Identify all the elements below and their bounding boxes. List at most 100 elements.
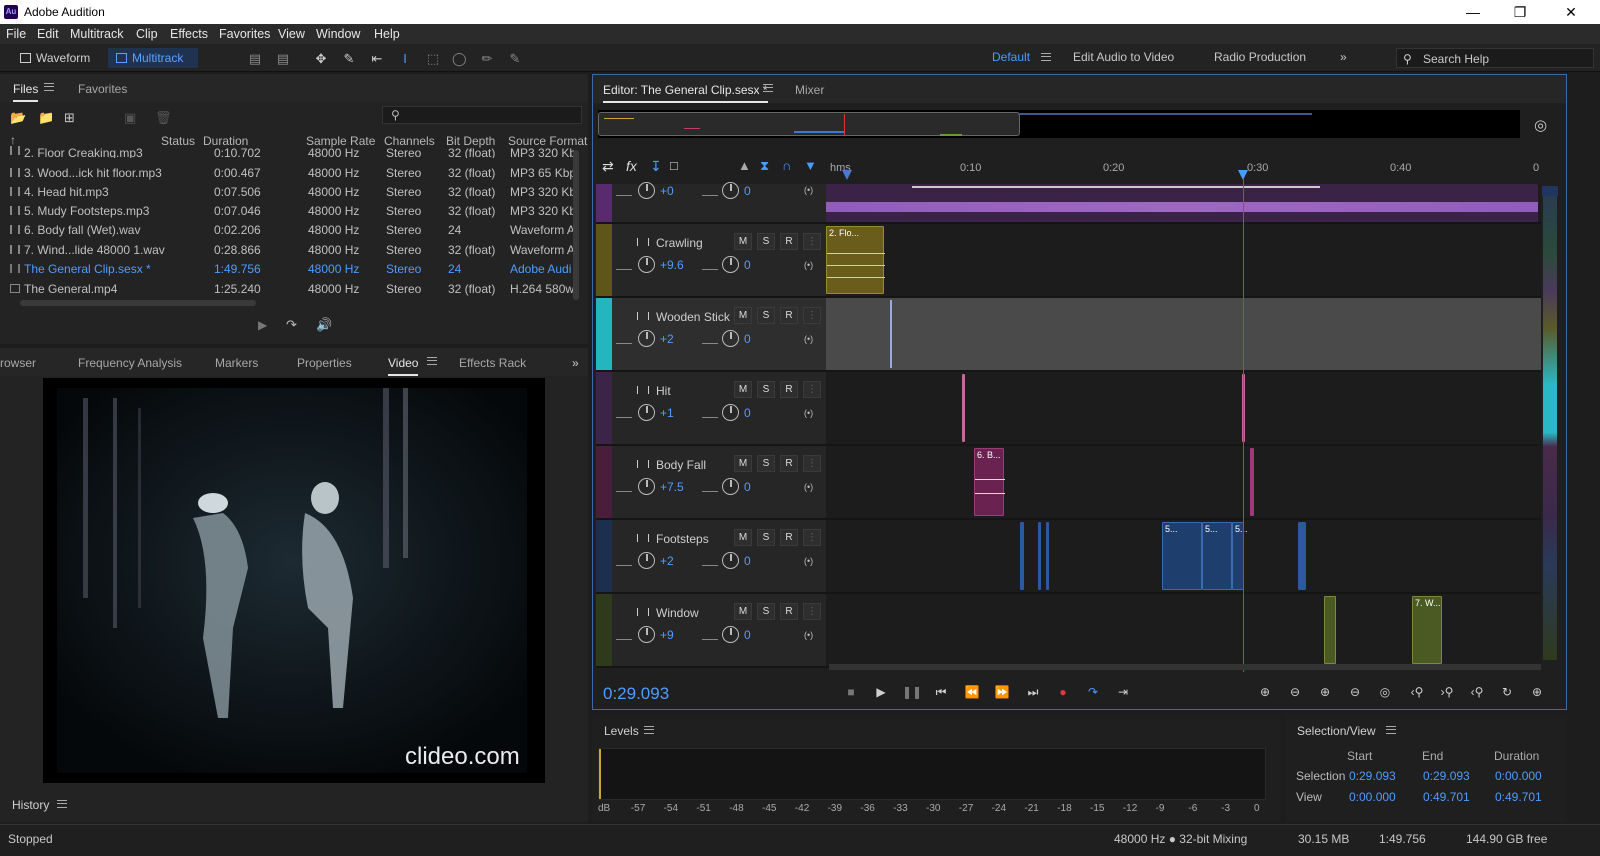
audio-clip[interactable]: 6. B... [974,448,1005,516]
track-clip-area[interactable] [826,184,1541,222]
workspace-default[interactable]: Default [992,50,1030,64]
track-name[interactable]: Window [656,606,699,620]
audio-clip[interactable]: 7. W... [1412,596,1442,664]
volume-value[interactable]: +9 [660,628,674,642]
marquee-tool-icon[interactable]: ⬚ [426,52,440,66]
files-search-input[interactable]: ⚲ [382,106,582,124]
menu-clip[interactable]: Clip [136,27,158,41]
file-row[interactable]: The General.mp4 1:25.240 48000 Hz Stereo 32 … [4,279,584,298]
mute-button[interactable]: M [734,233,752,250]
audio-clip[interactable] [962,374,965,442]
tab-media-browser[interactable]: rowser [0,356,36,370]
volume-value[interactable]: +2 [660,332,674,346]
tab-selection-view[interactable]: Selection/View [1297,724,1376,738]
levels-menu-icon[interactable] [644,726,654,734]
view-duration[interactable]: 0:49.701 [1495,790,1542,804]
menu-file[interactable]: File [6,27,26,41]
audio-clip[interactable] [1038,522,1041,590]
zoom-out-amplitude-icon[interactable]: ⊖ [1286,684,1304,700]
loop-icon[interactable]: ↷ [1084,684,1102,700]
record-arm-button[interactable]: R [780,529,798,546]
track-name[interactable]: Crawling [656,236,703,250]
audio-clip[interactable] [1298,522,1306,590]
record-arm-button[interactable]: R [780,381,798,398]
file-row[interactable]: 3. Wood...ick hit floor.mp3 0:00.467 48000… [4,163,584,182]
mute-button[interactable]: M [734,455,752,472]
search-help-field[interactable]: ⚲ Search Help [1396,48,1594,68]
stop-icon[interactable]: ■ [842,684,860,700]
audio-clip[interactable] [1324,596,1336,664]
video-menu-icon[interactable] [427,357,437,365]
record-icon[interactable]: ● [1054,684,1072,700]
track-scrollbar[interactable] [1543,186,1557,660]
menu-edit[interactable]: Edit [37,27,59,41]
spectral-display-icon[interactable]: ▤ [248,52,262,66]
magnet-icon[interactable]: ∩ [782,158,791,173]
file-row[interactable]: 5. Mudy Footsteps.mp3 0:07.046 48000 Hz Ste… [4,201,584,220]
track-name[interactable]: Wooden Stick [656,310,730,324]
open-file-icon[interactable]: 📂 [10,110,26,126]
move-tool-icon[interactable]: ✥ [314,52,328,66]
tab-levels[interactable]: Levels [604,724,639,738]
mute-button[interactable]: M [734,381,752,398]
record-arm-button[interactable]: R [780,455,798,472]
pan-value[interactable]: 0 [744,480,751,494]
volume-knob[interactable] [638,256,655,273]
tab-history[interactable]: History [12,798,49,812]
zoom-tracks-icon[interactable]: ↻ [1498,684,1516,700]
minimize-icon[interactable]: — [1450,0,1496,24]
tab-video[interactable]: Video [388,356,419,376]
multitrack-button[interactable]: Multitrack [108,48,198,68]
volume-value[interactable]: +9.6 [660,258,684,272]
workspace-menu-icon[interactable] [1041,53,1051,61]
audio-clip-marker[interactable] [890,300,892,368]
pan-value[interactable]: 0 [744,554,751,568]
solo-button[interactable]: S [757,381,775,398]
track-name[interactable]: Footsteps [656,532,709,546]
zoom-in-point-icon[interactable]: ‹⚲ [1406,684,1428,700]
history-menu-icon[interactable] [57,800,67,808]
workspace-edit-audio-to-video[interactable]: Edit Audio to Video [1073,50,1174,64]
solo-button[interactable]: S [757,233,775,250]
solo-button[interactable]: S [757,603,775,620]
tab-files[interactable]: Files [13,82,39,102]
input-monitor-button[interactable]: ⋮ [803,603,821,620]
volume-knob[interactable] [638,626,655,643]
pause-icon[interactable]: ❚❚ [902,684,922,700]
pan-knob[interactable] [722,626,739,643]
audio-clip[interactable]: 5... [1202,522,1232,590]
pan-value[interactable]: 0 [744,258,751,272]
pan-knob[interactable] [722,552,739,569]
maximize-icon[interactable]: ❐ [1497,0,1543,24]
lasso-tool-icon[interactable]: ◯ [452,52,467,66]
pan-value[interactable]: 0 [744,406,751,420]
record-arm-button[interactable]: R [780,603,798,620]
volume-knob[interactable] [638,182,655,199]
tab-markers[interactable]: Markers [215,356,258,370]
track-clip-area[interactable]: 6. B... [826,446,1541,518]
solo-button[interactable]: S [757,529,775,546]
menu-multitrack[interactable]: Multitrack [70,27,123,41]
track-clip-area[interactable]: 5... 5... 5... [826,520,1541,592]
input-monitor-button[interactable]: ⋮ [803,233,821,250]
track-name[interactable]: Hit [656,384,671,398]
file-row[interactable]: 7. Wind...lide 48000 1.wav 0:28.866 48000 … [4,240,584,259]
record-arm-button[interactable]: R [780,233,798,250]
menu-effects[interactable]: Effects [170,27,208,41]
snap-icon[interactable]: ⧗ [760,158,769,174]
audio-clip[interactable] [826,184,1538,222]
play-icon[interactable]: ▶ [872,684,890,700]
pan-knob[interactable] [722,478,739,495]
timeline-hscrollbar[interactable] [829,664,1541,670]
volume-value[interactable]: +1 [660,406,674,420]
editor-menu-icon[interactable] [763,84,773,92]
menu-view[interactable]: View [278,27,305,41]
menu-help[interactable]: Help [374,27,400,41]
selection-start[interactable]: 0:29.093 [1349,769,1396,783]
zoom-out-time-icon[interactable]: ⊖ [1346,684,1364,700]
metronome-icon[interactable]: ▲ [738,158,751,173]
input-monitor-button[interactable]: ⋮ [803,455,821,472]
sends-icon[interactable]: ↧ [650,158,662,175]
sort-icon[interactable]: ↑ [10,133,16,147]
track-clip-area[interactable]: 2. Flo... [826,224,1541,296]
